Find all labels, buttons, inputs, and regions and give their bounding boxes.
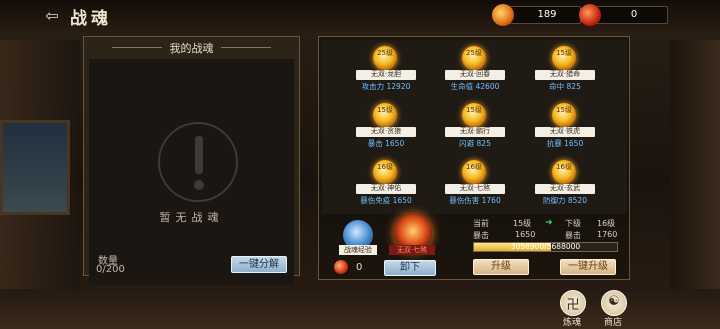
fragment-count: 0: [356, 262, 363, 273]
stat-name-next: 暴击: [565, 231, 581, 240]
soul-name: 无双·龙胆: [356, 70, 416, 80]
one-click-upgrade-button[interactable]: 一键升级: [560, 259, 616, 275]
soul-level: 15级: [556, 106, 572, 114]
soul-slot[interactable]: 15级 无双·贪狼 暴击 1650: [351, 97, 421, 151]
soul-stat: 生命值 42600: [450, 82, 500, 91]
upgrade-button[interactable]: 升级: [473, 259, 529, 275]
shop-button[interactable]: ☯: [601, 290, 627, 316]
soul-stat: 闪避 825: [459, 139, 491, 148]
soul-slot[interactable]: 15级 无双·鹏行 闪避 825: [440, 97, 510, 151]
fragment-icon: [579, 4, 601, 26]
soul-name: 无双·神佑: [356, 184, 416, 194]
shop-icon: ☯: [608, 294, 620, 309]
soul-exp-label: 战魂经验: [339, 245, 377, 255]
soul-slot[interactable]: 16级 无双·神佑 暴伤免疫 1650: [351, 154, 421, 208]
back-arrow-icon[interactable]: ⇦: [42, 7, 62, 25]
soul-level: 15级: [556, 49, 572, 57]
soul-name: 无双·玄武: [535, 184, 595, 194]
my-souls-title: 我的战魂: [169, 42, 214, 55]
exp-progress-text: 3058900/5688000: [510, 242, 581, 251]
exclamation-dot: [194, 180, 204, 190]
soul-level: 16级: [466, 163, 482, 171]
stat-name: 暴击: [473, 231, 489, 240]
soul-name: 无双·猎命: [535, 70, 595, 80]
soul-slot[interactable]: 25级 无双·回春 生命值 42600: [440, 40, 510, 94]
soul-level: 25级: [466, 49, 482, 57]
soul-name: 无双·铁虎: [535, 127, 595, 137]
refine-soul-label: 炼魂: [563, 318, 582, 328]
current-stat-value: 1650: [515, 230, 536, 239]
unload-button[interactable]: 卸下: [384, 260, 436, 276]
my-souls-panel: 我的战魂 暂无战魂: [83, 36, 300, 285]
soul-name: 无双·鹏行: [445, 127, 505, 137]
soul-fire-counter: 189: [492, 4, 581, 26]
fragment-counter: 0: [579, 4, 668, 26]
soul-slot[interactable]: 16级 无双·玄武 防御力 8520: [530, 154, 600, 208]
shop-label: 商店: [604, 318, 623, 328]
selected-soul-name: 无双·七煞: [389, 245, 435, 255]
next-label: 下级: [565, 219, 581, 228]
soul-stat: 暴伤伤害 1760: [449, 196, 501, 205]
soul-level: 25级: [377, 49, 393, 57]
empty-state-icon: [158, 122, 238, 202]
soul-name: 无双·回春: [445, 70, 505, 80]
background-wall-right: [670, 40, 720, 329]
current-label: 当前: [473, 219, 489, 228]
soul-inventory-area: 暂无战魂: [89, 59, 294, 285]
soul-level: 16级: [377, 163, 393, 171]
soul-stat: 暴击 1650: [367, 139, 405, 148]
current-level: 15级: [513, 219, 532, 228]
title-divider-right: [221, 47, 271, 48]
soul-slot[interactable]: 15级 无双·铁虎 抗暴 1650: [530, 97, 600, 151]
page-title: 战魂: [70, 9, 112, 29]
soul-stat: 防御力 8520: [543, 196, 587, 205]
soul-level: 15级: [377, 106, 393, 114]
next-stat-value: 1760: [597, 230, 618, 239]
refine-soul-icon: 卍: [566, 298, 580, 313]
upgrade-arrow-icon: ➜: [545, 218, 553, 228]
background-window: [0, 120, 70, 215]
soul-stat: 攻击力 12920: [361, 82, 411, 91]
exp-progress-bar: 3058900/5688000: [473, 242, 618, 252]
empty-state-text: 暂无战魂: [159, 211, 224, 224]
soul-stat: 抗暴 1650: [546, 139, 584, 148]
soul-fire-count: 189: [537, 9, 557, 20]
fragment-count: 0: [630, 9, 638, 20]
refine-soul-button[interactable]: 卍: [560, 290, 586, 316]
soul-grid: 25级 无双·龙胆 攻击力 12920 25级 无双·回春 生命值 42600 …: [322, 40, 627, 214]
soul-level: 16级: [556, 163, 572, 171]
soul-stat: 命中 825: [549, 82, 581, 91]
next-level: 16级: [597, 219, 616, 228]
fragment-icon: [334, 260, 348, 274]
top-bar: ⇦ 战魂 189 0: [0, 0, 720, 32]
exclamation-bar: [195, 136, 203, 174]
quantity-value: 0/200: [96, 264, 125, 275]
soul-level: 15级: [466, 106, 482, 114]
soul-name: 无双·贪狼: [356, 127, 416, 137]
soul-stat: 暴伤免疫 1650: [360, 196, 412, 205]
one-click-decompose-button[interactable]: 一键分解: [231, 256, 287, 273]
soul-slot[interactable]: 16级 无双·七煞 暴伤伤害 1760: [440, 154, 510, 208]
soul-fire-icon: [492, 4, 514, 26]
soul-slot[interactable]: 25级 无双·龙胆 攻击力 12920: [351, 40, 421, 94]
soul-slot[interactable]: 15级 无双·猎命 命中 825: [530, 40, 600, 94]
soul-name: 无双·七煞: [445, 184, 505, 194]
